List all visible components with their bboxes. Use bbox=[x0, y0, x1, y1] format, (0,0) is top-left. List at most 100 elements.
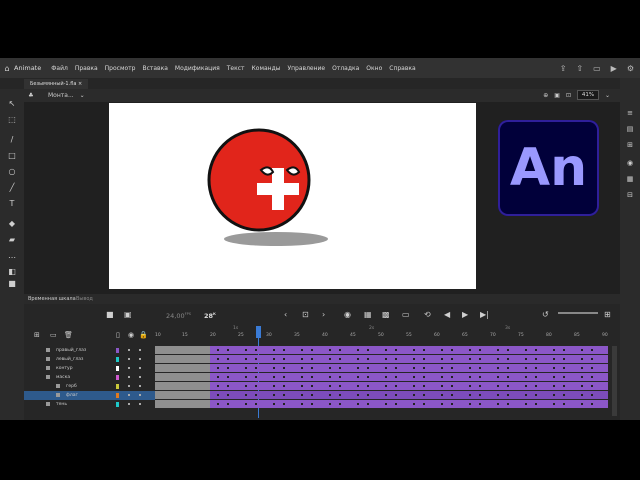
keyframe-marker[interactable] bbox=[367, 358, 369, 360]
keyframe-marker[interactable] bbox=[423, 394, 425, 396]
edit-multiple-icon[interactable]: ▦ bbox=[364, 310, 372, 319]
keyframe-marker[interactable] bbox=[227, 376, 229, 378]
keyframe-marker[interactable] bbox=[357, 394, 359, 396]
keyframe-marker[interactable] bbox=[469, 403, 471, 405]
stage-canvas[interactable] bbox=[109, 103, 476, 289]
keyframe-marker[interactable] bbox=[535, 403, 537, 405]
lock-dot[interactable] bbox=[139, 358, 141, 360]
keyframe-marker[interactable] bbox=[507, 385, 509, 387]
timeline-scrollbar[interactable] bbox=[612, 346, 617, 416]
keyframe-marker[interactable] bbox=[357, 385, 359, 387]
keyframe-marker[interactable] bbox=[339, 385, 341, 387]
keyframe-marker[interactable] bbox=[301, 385, 303, 387]
keyframe-marker[interactable] bbox=[217, 385, 219, 387]
keyframe-marker[interactable] bbox=[535, 358, 537, 360]
lock-dot[interactable] bbox=[139, 349, 141, 351]
lock-dot[interactable] bbox=[139, 367, 141, 369]
keyframe-marker[interactable] bbox=[553, 367, 555, 369]
keyframe-marker[interactable] bbox=[329, 358, 331, 360]
keyframe-marker[interactable] bbox=[553, 349, 555, 351]
menu-help[interactable]: Справка bbox=[389, 65, 415, 72]
oval-tool-icon[interactable]: ○ bbox=[7, 167, 17, 177]
keyframe-marker[interactable] bbox=[563, 403, 565, 405]
keyframe-marker[interactable] bbox=[255, 394, 257, 396]
frame-track[interactable] bbox=[155, 355, 608, 363]
keyframe-marker[interactable] bbox=[553, 385, 555, 387]
keyframe-marker[interactable] bbox=[423, 403, 425, 405]
keyframe-marker[interactable] bbox=[525, 358, 527, 360]
keyframe-marker[interactable] bbox=[255, 376, 257, 378]
keyframe-marker[interactable] bbox=[217, 376, 219, 378]
keyframe-marker[interactable] bbox=[451, 358, 453, 360]
new-folder-icon[interactable]: ▭ bbox=[50, 331, 57, 339]
keyframe-marker[interactable] bbox=[283, 349, 285, 351]
keyframe-marker[interactable] bbox=[413, 394, 415, 396]
keyframe-marker[interactable] bbox=[581, 367, 583, 369]
keyframe-marker[interactable] bbox=[357, 349, 359, 351]
keyframe-marker[interactable] bbox=[469, 385, 471, 387]
keyframe-marker[interactable] bbox=[423, 367, 425, 369]
keyframe-marker[interactable] bbox=[581, 376, 583, 378]
menu-commands[interactable]: Команды bbox=[252, 65, 281, 72]
keyframe-marker[interactable] bbox=[497, 385, 499, 387]
layer-row[interactable]: маска bbox=[24, 373, 155, 382]
keyframe-marker[interactable] bbox=[497, 358, 499, 360]
keyframe-marker[interactable] bbox=[357, 376, 359, 378]
settings-icon[interactable]: ⚙ bbox=[627, 64, 634, 73]
keyframe-marker[interactable] bbox=[217, 358, 219, 360]
rectangle-tool-icon[interactable]: □ bbox=[7, 151, 17, 161]
keyframe-marker[interactable] bbox=[535, 367, 537, 369]
keyframe-marker[interactable] bbox=[581, 385, 583, 387]
keyframe-marker[interactable] bbox=[469, 358, 471, 360]
frame-track[interactable] bbox=[155, 346, 608, 354]
keyframe-marker[interactable] bbox=[385, 358, 387, 360]
more-tools-icon[interactable]: ⋯ bbox=[7, 253, 17, 263]
keyframe-marker[interactable] bbox=[591, 376, 593, 378]
step-forward-icon[interactable]: ▶| bbox=[480, 310, 489, 319]
keyframe-marker[interactable] bbox=[385, 376, 387, 378]
keyframe-marker[interactable] bbox=[469, 367, 471, 369]
visibility-dot[interactable] bbox=[128, 349, 130, 351]
keyframe-marker[interactable] bbox=[413, 367, 415, 369]
keyframe-marker[interactable] bbox=[311, 394, 313, 396]
eraser-tool-icon[interactable]: ▰ bbox=[7, 235, 17, 245]
lock-dot[interactable] bbox=[139, 394, 141, 396]
keyframe-marker[interactable] bbox=[581, 403, 583, 405]
document-tab[interactable]: Безымянный-1.fla × bbox=[24, 79, 89, 89]
lock-dot[interactable] bbox=[139, 376, 141, 378]
visibility-dot[interactable] bbox=[128, 385, 130, 387]
keyframe-marker[interactable] bbox=[367, 394, 369, 396]
layer-row[interactable]: контур bbox=[24, 364, 155, 373]
keyframe-marker[interactable] bbox=[311, 367, 313, 369]
keyframe-marker[interactable] bbox=[301, 358, 303, 360]
keyframe-marker[interactable] bbox=[283, 376, 285, 378]
keyframe-marker[interactable] bbox=[283, 403, 285, 405]
keyframe-marker[interactable] bbox=[217, 394, 219, 396]
keyframe-marker[interactable] bbox=[245, 349, 247, 351]
keyframe-marker[interactable] bbox=[563, 367, 565, 369]
keyframe-marker[interactable] bbox=[227, 403, 229, 405]
keyframe-marker[interactable] bbox=[357, 367, 359, 369]
keyframe-marker[interactable] bbox=[591, 394, 593, 396]
keyframe-marker[interactable] bbox=[255, 349, 257, 351]
delete-layer-icon[interactable]: 🗑 bbox=[64, 331, 73, 339]
tab-timeline[interactable]: Временная шкала bbox=[28, 294, 76, 304]
keyframe-marker[interactable] bbox=[367, 376, 369, 378]
properties-icon[interactable]: ≡ bbox=[625, 108, 635, 118]
keyframe-marker[interactable] bbox=[553, 376, 555, 378]
keyframe-marker[interactable] bbox=[451, 376, 453, 378]
library-icon[interactable]: ▤ bbox=[625, 124, 635, 134]
keyframe-marker[interactable] bbox=[255, 367, 257, 369]
keyframe-marker[interactable] bbox=[227, 367, 229, 369]
visibility-dot[interactable] bbox=[128, 358, 130, 360]
clip-icon[interactable]: ▣ bbox=[554, 92, 560, 99]
keyframe-marker[interactable] bbox=[245, 358, 247, 360]
keyframe-marker[interactable] bbox=[283, 367, 285, 369]
visibility-dot[interactable] bbox=[128, 394, 130, 396]
keyframe-marker[interactable] bbox=[497, 403, 499, 405]
visibility-dot[interactable] bbox=[128, 376, 130, 378]
keyframe-marker[interactable] bbox=[255, 385, 257, 387]
color-icon[interactable]: ◉ bbox=[625, 158, 635, 168]
fill-color-icon[interactable]: ■ bbox=[7, 279, 17, 289]
snap-icon[interactable]: ⊕ bbox=[543, 92, 548, 99]
